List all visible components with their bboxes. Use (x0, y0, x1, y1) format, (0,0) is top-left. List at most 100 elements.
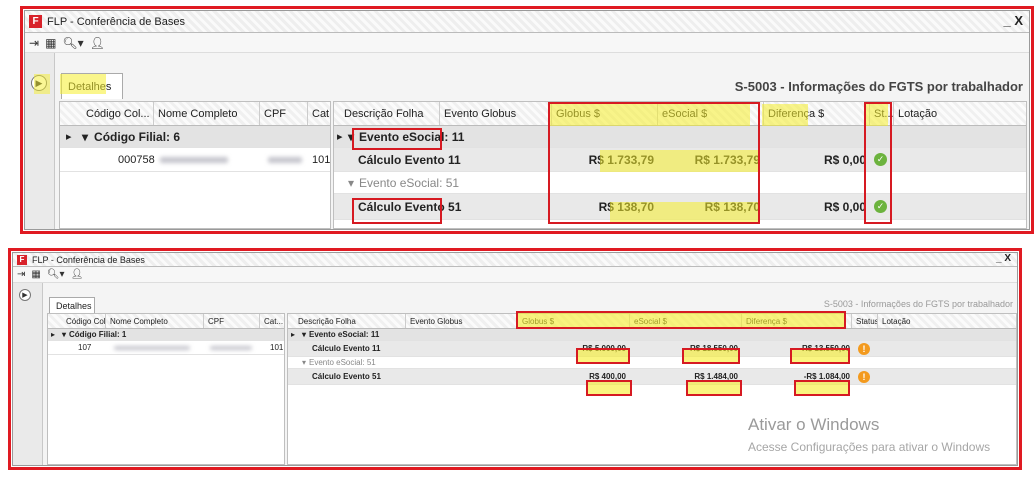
user-icon[interactable]: 👤︎ (90, 36, 105, 50)
calc-51-label: Cálculo Evento 51 (358, 199, 462, 214)
employee-code: 000758 (118, 153, 155, 166)
status-ok-icon: ✓ (874, 194, 887, 219)
collapse-icon[interactable]: ▾ (62, 330, 66, 339)
col-codigo[interactable]: Código Col... (82, 102, 154, 125)
expand-panel-icon[interactable]: ▶ (19, 289, 31, 301)
col-evento-globus[interactable]: Evento Globus (440, 102, 552, 125)
toolbar: ⇥ ▦ 🔍︎▾ 👤︎ (13, 267, 1017, 283)
table-row[interactable]: Cálculo Evento 11 R$ 1.733,79 R$ 1.733,7… (334, 148, 1026, 172)
esocial-value: R$ 1.733,79 (694, 152, 760, 167)
blurred-cpf (268, 156, 302, 163)
event-group-row[interactable]: ▸ ▾ Evento eSocial: 11 (334, 126, 1026, 148)
page-caption: S-5003 - Informações do FGTS por trabalh… (734, 79, 1023, 94)
export-icon[interactable]: ⇥ (29, 36, 39, 50)
close-button[interactable]: _ X (1003, 13, 1023, 28)
col-status[interactable]: Status (852, 314, 878, 328)
tab-detalhes[interactable]: Detalhes (49, 297, 95, 313)
col-lotacao[interactable]: Lotação (878, 314, 1016, 328)
table-row[interactable]: Cálculo Evento 51 R$ 138,70 R$ 138,70 R$… (334, 194, 1026, 220)
col-diferenca[interactable]: Diferença $ (742, 314, 852, 328)
app-logo-icon: F (29, 15, 42, 28)
col-diferenca[interactable]: Diferença $ (764, 102, 870, 125)
event-51-label: Evento eSocial: 51 (359, 175, 460, 190)
diferenca-value: R$ 0,00 (823, 152, 866, 167)
col-esocial[interactable]: eSocial $ (658, 102, 764, 125)
col-cat[interactable]: Cat... (260, 314, 284, 328)
events-grid: Descrição Folha Evento Globus Globus $ e… (333, 101, 1027, 229)
blurred-name (160, 156, 228, 163)
collapse-icon[interactable]: ▾ (82, 130, 88, 144)
grid-icon[interactable]: ▦ (45, 36, 56, 50)
col-globus[interactable]: Globus $ (552, 102, 658, 125)
tab-label: Detalhes (56, 300, 92, 311)
side-panel: ▶ (25, 53, 55, 229)
event-group-label: ▾ Evento eSocial: 51 (302, 357, 376, 368)
tab-detalhes[interactable]: Detalhes (61, 73, 123, 99)
app-logo-icon: F (17, 254, 27, 265)
col-lotacao[interactable]: Lotação (894, 102, 1026, 125)
col-globus[interactable]: Globus $ (518, 314, 630, 328)
blurred-name (114, 345, 190, 350)
row-indicator-icon: ▸ (51, 330, 56, 339)
table-row[interactable]: 107 101 (48, 341, 284, 355)
employee-grid: Código Col... Nome Completo CPF Cat... ▸… (59, 101, 331, 229)
employee-code: 107 (78, 343, 92, 352)
col-codigo[interactable]: Código Col... (62, 314, 106, 328)
globus-value: R$ 400,00 (589, 372, 626, 381)
collapse-icon[interactable]: ▾ (348, 176, 354, 190)
group-row[interactable]: ▸ ▾ Código Filial: 1 (48, 329, 284, 341)
event-51-label: Evento eSocial: 51 (309, 358, 376, 367)
event-group-row[interactable]: ▸ ▾ Evento eSocial: 11 (288, 329, 1016, 341)
title-bar: F FLP - Conferência de Bases _ X (25, 11, 1029, 33)
table-row[interactable]: 000758 101 (60, 148, 330, 172)
title-bar: F FLP - Conferência de Bases _ X (13, 253, 1017, 267)
expand-panel-icon[interactable]: ▶ (31, 75, 47, 91)
group-filial: Código Filial: 1 (69, 330, 127, 339)
grid-icon[interactable]: ▦ (31, 269, 40, 280)
calc-11-label: Cálculo Evento 11 (358, 152, 461, 167)
collapse-icon[interactable]: ▾ (348, 130, 354, 144)
esocial-value: R$ 18.550,00 (689, 344, 738, 353)
col-status[interactable]: St... (870, 102, 894, 125)
col-cpf[interactable]: CPF (260, 102, 308, 125)
event-group-label: ▾ Evento eSocial: 11 (348, 126, 464, 147)
search-icon[interactable]: 🔍︎▾ (47, 269, 65, 280)
globus-value: R$ 5.000,00 (582, 344, 626, 353)
event-11-label: Evento eSocial: 11 (309, 330, 380, 339)
collapse-icon[interactable]: ▾ (302, 358, 306, 367)
collapse-icon[interactable]: ▾ (302, 330, 306, 339)
tab-label: Detalhes (68, 80, 112, 93)
col-cat[interactable]: Cat... (308, 102, 330, 125)
employee-cat: 101 (270, 343, 284, 352)
user-icon[interactable]: 👤︎ (71, 269, 84, 280)
close-button[interactable]: _ X (996, 253, 1011, 264)
col-descricao[interactable]: Descrição Folha (334, 102, 440, 125)
event-11-label: Evento eSocial: 11 (359, 129, 465, 144)
col-descricao[interactable]: Descrição Folha (288, 314, 406, 328)
toolbar: ⇥ ▦ 🔍︎▾ 👤︎ (25, 33, 1029, 53)
status-warning-icon: ! (858, 341, 870, 356)
table-row[interactable]: Cálculo Evento 51 R$ 400,00 R$ 1.484,00 … (288, 369, 1016, 385)
group-row[interactable]: ▸ ▾ Código Filial: 6 (60, 126, 330, 148)
diferenca-value: R$ 0,00 (823, 199, 866, 214)
status-warning-icon: ! (858, 369, 870, 384)
event-group-label: ▾ Evento eSocial: 11 (302, 329, 379, 340)
employee-cat: 101 (312, 153, 331, 166)
col-evento-globus[interactable]: Evento Globus (406, 314, 518, 328)
col-nome[interactable]: Nome Completo (106, 314, 204, 328)
event-group-row[interactable]: ▾ Evento eSocial: 51 (288, 357, 1016, 369)
row-indicator-icon: ▸ (291, 330, 296, 339)
col-nome[interactable]: Nome Completo (154, 102, 260, 125)
group-label: ▾ Código Filial: 1 (62, 329, 126, 340)
blurred-cpf (210, 345, 252, 350)
search-icon[interactable]: 🔍︎▾ (62, 36, 83, 50)
col-cpf[interactable]: CPF (204, 314, 260, 328)
activation-watermark-text: Acesse Configurações para ativar o Windo… (748, 440, 991, 454)
esocial-value: R$ 1.484,00 (694, 372, 738, 381)
export-icon[interactable]: ⇥ (17, 269, 25, 280)
group-label: ▾ Código Filial: 6 (82, 126, 180, 147)
event-group-label: ▾ Evento eSocial: 51 (348, 172, 459, 193)
col-esocial[interactable]: eSocial $ (630, 314, 742, 328)
table-row[interactable]: Cálculo Evento 11 R$ 5.000,00 R$ 18.550,… (288, 341, 1016, 357)
event-group-row[interactable]: ▾ Evento eSocial: 51 (334, 172, 1026, 194)
